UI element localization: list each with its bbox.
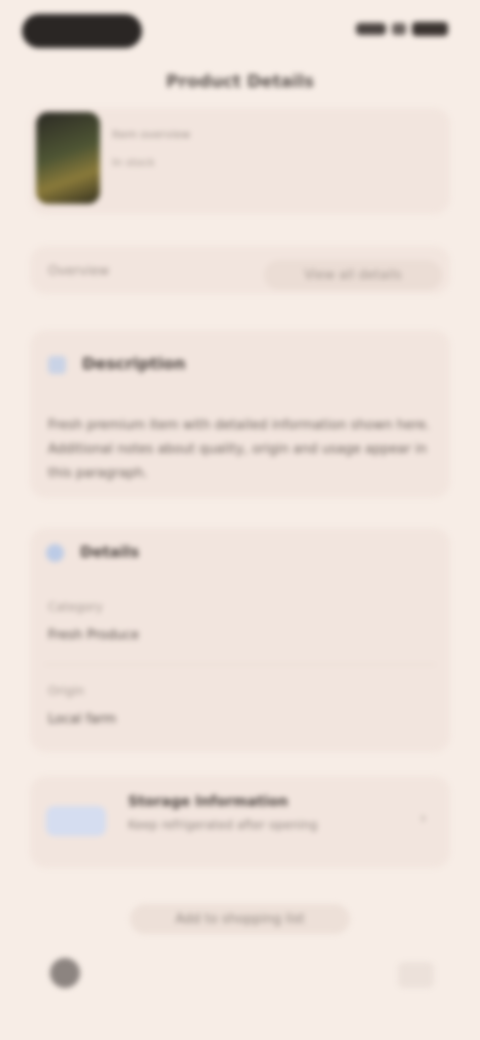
info-text: Keep refrigerated after opening xyxy=(128,818,318,832)
chevron-right-icon: › xyxy=(420,808,427,827)
detail-value: Fresh Produce xyxy=(48,628,139,643)
action-row-label: Overview xyxy=(48,264,110,279)
battery-icon xyxy=(412,22,448,36)
details-icon xyxy=(46,544,64,562)
product-secondary: In stock xyxy=(112,156,155,169)
product-thumbnail[interactable] xyxy=(36,112,100,204)
signal-icon xyxy=(356,23,386,35)
add-to-list-button[interactable]: Add to shopping list xyxy=(130,904,350,934)
description-icon xyxy=(48,356,66,374)
product-subtitle: Item overview xyxy=(112,128,191,141)
menu-icon[interactable] xyxy=(398,962,434,988)
info-badge-icon xyxy=(46,806,106,836)
page-title: Product Details xyxy=(166,72,314,92)
wifi-icon xyxy=(392,23,406,35)
view-details-button[interactable]: View all details xyxy=(264,260,442,290)
detail-value: Local farm xyxy=(48,712,117,727)
details-title: Details xyxy=(80,543,140,561)
description-title: Description xyxy=(82,354,186,373)
avatar[interactable] xyxy=(50,958,80,988)
detail-divider xyxy=(44,664,436,665)
info-title: Storage Information xyxy=(128,794,289,810)
description-text: Fresh premium item with detailed informa… xyxy=(48,418,431,481)
status-icons xyxy=(356,22,448,36)
detail-label: Origin xyxy=(48,684,85,698)
status-bar-pill xyxy=(22,14,142,48)
detail-label: Category xyxy=(48,600,103,614)
